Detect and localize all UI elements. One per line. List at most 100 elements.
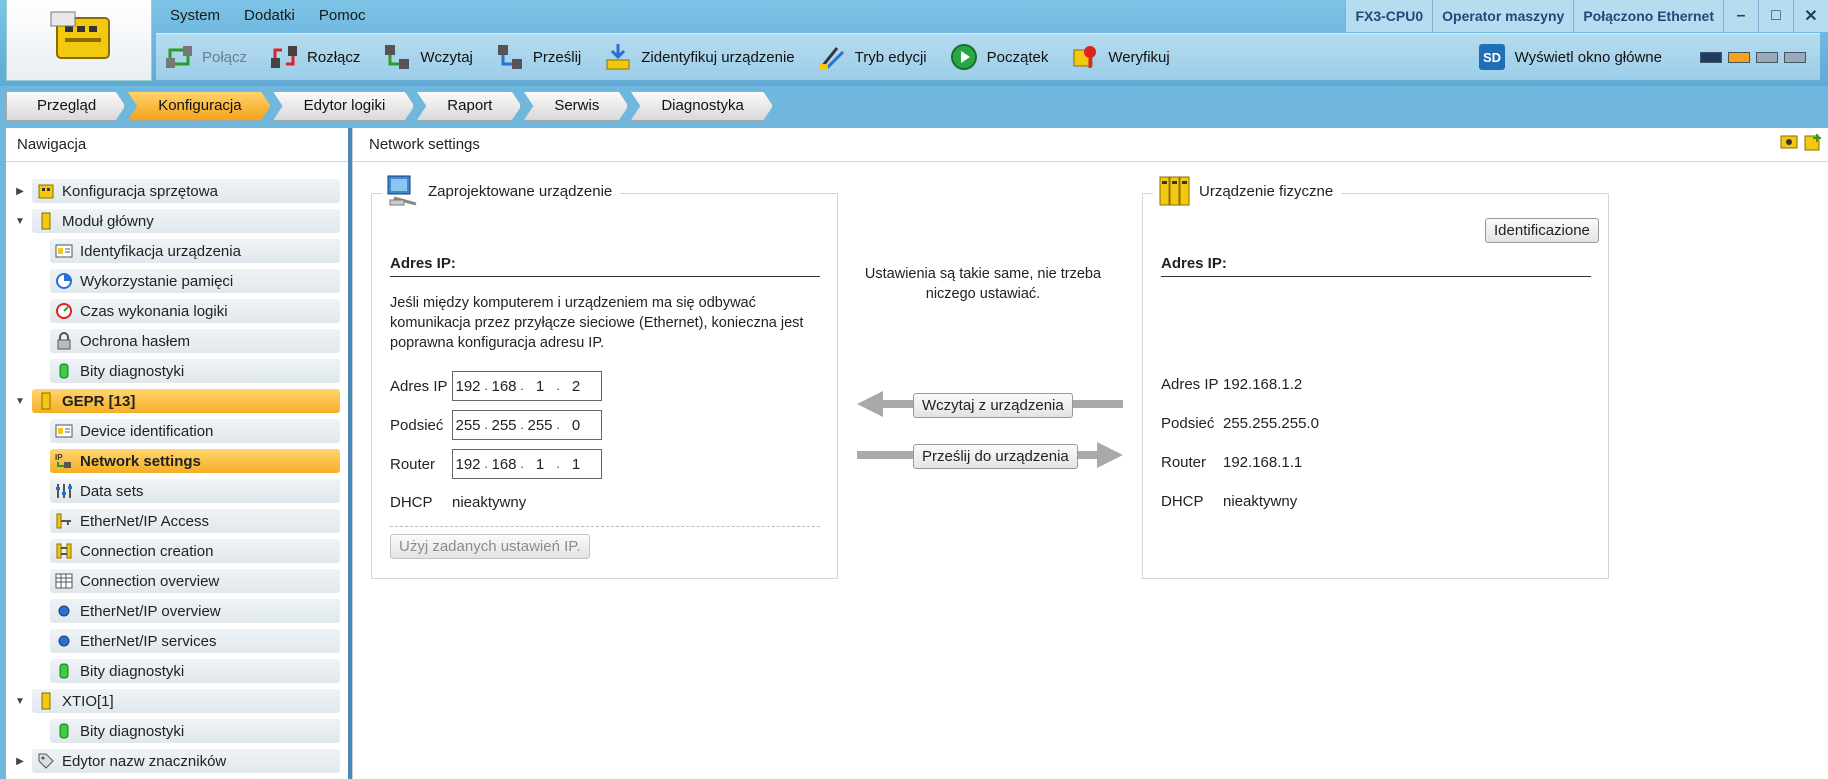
pie-chart-icon <box>55 272 73 290</box>
tree-item-diagnostic-bits-2[interactable]: Bity diagnostyki <box>6 656 348 686</box>
start-button[interactable]: Początek <box>941 37 1063 77</box>
tree-item-tag-name-editor[interactable]: ▶ Edytor nazw znaczników <box>6 746 348 776</box>
tree-item-network-settings[interactable]: IP Network settings <box>6 446 348 476</box>
expand-arrow-icon[interactable]: ▶ <box>14 756 26 767</box>
status-user[interactable]: Operator maszyny <box>1432 0 1573 32</box>
menu-system[interactable]: System <box>158 0 232 32</box>
title-toolbar-area: System Dodatki Pomoc FX3-CPU0 Operator m… <box>0 0 1828 86</box>
view-icon[interactable] <box>1779 131 1799 151</box>
physical-router-row: Router 192.168.1.1 <box>1161 454 1302 471</box>
tree-item-diagnostic-bits-3[interactable]: Bity diagnostyki <box>6 716 348 746</box>
physical-dhcp-row: DHCP nieaktywny <box>1161 493 1297 510</box>
identify-icon <box>606 44 630 70</box>
show-main-window-button[interactable]: SD Wyświetl okno główne <box>1469 37 1676 77</box>
designed-ip-heading: Adres IP: <box>390 255 820 277</box>
tree-item-password-protection[interactable]: Ochrona hasłem <box>6 326 348 356</box>
tree-item-main-module[interactable]: ▼ Moduł główny <box>6 206 348 236</box>
tree-item-diagnostic-bits-1[interactable]: Bity diagnostyki <box>6 356 348 386</box>
menu-pomoc[interactable]: Pomoc <box>307 0 378 32</box>
identify-button[interactable]: Identificazione <box>1485 218 1599 243</box>
connect-button[interactable]: Połącz <box>156 37 261 77</box>
add-note-icon[interactable] <box>1803 131 1823 151</box>
tab-diagnostyka[interactable]: Diagnostyka <box>630 91 773 121</box>
collapse-arrow-icon[interactable]: ▼ <box>14 696 26 707</box>
tree-item-ethernetip-services[interactable]: EtherNet/IP services <box>6 626 348 656</box>
router-label: Router <box>1161 454 1207 471</box>
blue-dot-icon <box>55 632 73 650</box>
expand-arrow-icon[interactable]: ▶ <box>14 186 26 197</box>
tree-item-xtio[interactable]: ▼ XTIO[1] <box>6 686 348 716</box>
load-from-device-button[interactable]: Wczytaj z urządzenia <box>913 393 1073 418</box>
svg-text:IP: IP <box>55 453 63 462</box>
tab-konfiguracja[interactable]: Konfiguracja <box>127 91 270 121</box>
send-button[interactable]: Prześlij <box>487 37 595 77</box>
tree-item-hardware-config[interactable]: ▶ Konfiguracja sprzętowa <box>6 176 348 206</box>
tree-item-logic-execution-time[interactable]: Czas wykonania logiki <box>6 296 348 326</box>
computer-icon <box>387 175 417 206</box>
physical-subnet-row: Podsieć 255.255.255.0 <box>1161 415 1319 432</box>
toolbar-right: SD Wyświetl okno główne <box>1469 37 1820 77</box>
layout-3-icon[interactable] <box>1756 51 1778 63</box>
layout-switcher <box>1700 51 1806 63</box>
subnet-label: Podsieć <box>390 416 444 434</box>
tree-item-gepr[interactable]: ▼ GEPR [13] <box>6 386 348 416</box>
designed-dhcp-row: DHCP nieaktywny <box>390 494 526 511</box>
tree-item-device-identification[interactable]: Device identification <box>6 416 348 446</box>
disconnect-button[interactable]: Rozłącz <box>261 37 374 77</box>
tree-item-ethernetip-access[interactable]: EtherNet/IP Access <box>6 506 348 536</box>
green-led-icon <box>55 662 73 680</box>
send-icon <box>497 45 522 69</box>
tab-serwis[interactable]: Serwis <box>523 91 628 121</box>
close-button[interactable]: ✕ <box>1793 0 1828 32</box>
physical-ip-heading: Adres IP: <box>1161 255 1591 277</box>
edit-mode-button[interactable]: Tryb edycji <box>809 37 941 77</box>
collapse-arrow-icon[interactable]: ▼ <box>14 216 26 227</box>
designed-description: Jeśli między komputerem i urządzeniem ma… <box>390 295 804 351</box>
module-icon <box>37 692 55 710</box>
layout-4-icon[interactable] <box>1784 51 1806 63</box>
svg-text:SD: SD <box>1483 50 1501 65</box>
ip-label: Adres IP <box>390 377 448 395</box>
collapse-arrow-icon[interactable]: ▼ <box>14 396 26 407</box>
send-to-device-button[interactable]: Prześlij do urządzenia <box>913 444 1078 469</box>
hardware-config-icon <box>37 182 55 200</box>
verify-button[interactable]: Weryfikuj <box>1062 37 1183 77</box>
tree-item-data-sets[interactable]: Data sets <box>6 476 348 506</box>
layout-2-icon[interactable] <box>1728 51 1750 63</box>
sd-icon: SD <box>1478 44 1505 70</box>
id-card-icon <box>55 422 73 440</box>
menu-dodatki[interactable]: Dodatki <box>232 0 307 32</box>
play-icon <box>950 44 977 70</box>
settings-same-message: Ustawienia są takie same, nie trzeba nic… <box>864 266 1102 302</box>
tree-item-ethernetip-overview[interactable]: EtherNet/IP overview <box>6 596 348 626</box>
load-button[interactable]: Wczytaj <box>374 37 487 77</box>
router-input[interactable]: 192. 168. 1. 1 <box>452 449 602 479</box>
maximize-button[interactable]: □ <box>1758 0 1793 32</box>
physical-device-title: Urządzenie fizyczne <box>1153 174 1342 208</box>
ip-address-input[interactable]: 192. 168. 1. 2 <box>452 371 602 401</box>
navigation-title: Nawigacja <box>6 128 348 162</box>
tab-edytor-logiki[interactable]: Edytor logiki <box>273 91 415 121</box>
apply-ip-settings-button[interactable]: Użyj zadanych ustawień IP. <box>390 534 590 559</box>
ip-network-icon: IP <box>55 452 73 470</box>
tab-przeglad[interactable]: Przegląd <box>6 91 125 121</box>
physical-device-group: Urządzenie fizyczne Identificazione Adre… <box>1142 174 1609 579</box>
tree-item-connection-creation[interactable]: Connection creation <box>6 536 348 566</box>
dhcp-value: nieaktywny <box>452 494 527 511</box>
tag-icon <box>37 752 55 770</box>
layout-1-icon[interactable] <box>1700 51 1722 63</box>
minimize-button[interactable]: – <box>1723 0 1758 32</box>
subnet-label: Podsieć <box>1161 415 1215 432</box>
content-panel: Network settings Zaprojektowane urządzen… <box>352 128 1828 779</box>
tree-item-device-identification-pl[interactable]: Identyfikacja urządzenia <box>6 236 348 266</box>
green-led-icon <box>55 362 73 380</box>
identify-device-button[interactable]: Zidentyfikuj urządzenie <box>595 37 808 77</box>
tree-item-connection-overview[interactable]: Connection overview <box>6 566 348 596</box>
tree-item-memory-usage[interactable]: Wykorzystanie pamięci <box>6 266 348 296</box>
subnet-mask-input[interactable]: 255. 255. 255. 0 <box>452 410 602 440</box>
lock-icon <box>55 332 73 350</box>
designed-device-group: Zaprojektowane urządzenie Adres IP: Jeśl… <box>371 174 838 579</box>
tab-raport[interactable]: Raport <box>416 91 521 121</box>
disconnect-icon <box>271 46 298 68</box>
router-label: Router <box>390 455 436 473</box>
